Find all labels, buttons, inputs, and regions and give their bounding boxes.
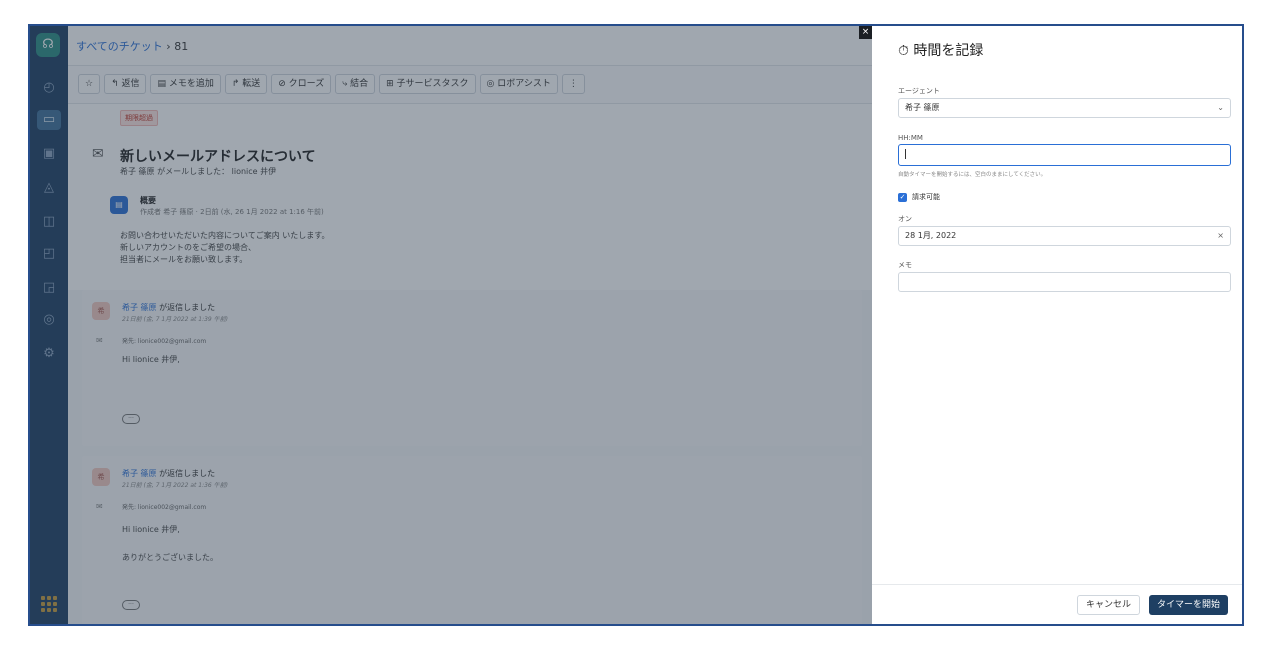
text-caret <box>905 148 906 159</box>
agent-label: エージェント <box>898 87 940 95</box>
agent-select[interactable]: 希子 篠原 ⌄ <box>898 98 1231 118</box>
date-input-value: 28 1月, 2022 <box>905 231 957 240</box>
hhmm-hint: 自動タイマーを開始するには、空白のままにしてください。 <box>898 172 1047 178</box>
panel-footer: キャンセル タイマーを開始 <box>872 584 1242 624</box>
agent-select-value: 希子 篠原 <box>905 103 940 112</box>
panel-title: ⏱ 時間を記録 <box>898 40 983 60</box>
memo-input[interactable] <box>898 272 1231 292</box>
billable-checkbox-row[interactable]: ✓ 請求可能 <box>898 192 940 202</box>
clear-date-icon[interactable]: × <box>1217 227 1224 245</box>
panel-title-text: 時間を記録 <box>913 43 984 59</box>
memo-label: メモ <box>898 261 912 269</box>
app-window: ☊ ◴ ▭ ▣ ◬ ◫ ◰ ◲ ◎ ⚙ すべてのチケット › 81 ☆ ↰ 返信… <box>28 24 1244 626</box>
cancel-button[interactable]: キャンセル <box>1076 595 1140 615</box>
billable-label: 請求可能 <box>912 193 940 201</box>
close-panel-button[interactable]: × <box>859 26 872 39</box>
stopwatch-icon: ⏱ <box>898 43 909 59</box>
log-time-panel: ⏱ 時間を記録 エージェント 希子 篠原 ⌄ HH:MM 自動タイマーを開始する… <box>872 26 1242 624</box>
date-label: オン <box>898 215 912 223</box>
start-timer-button[interactable]: タイマーを開始 <box>1148 595 1228 615</box>
chevron-down-icon: ⌄ <box>1217 103 1224 112</box>
modal-backdrop[interactable] <box>30 26 872 624</box>
billable-checkbox[interactable]: ✓ <box>898 192 907 202</box>
date-input[interactable]: 28 1月, 2022 × <box>898 226 1231 246</box>
hhmm-input[interactable] <box>898 144 1231 166</box>
hhmm-label: HH:MM <box>898 134 923 142</box>
